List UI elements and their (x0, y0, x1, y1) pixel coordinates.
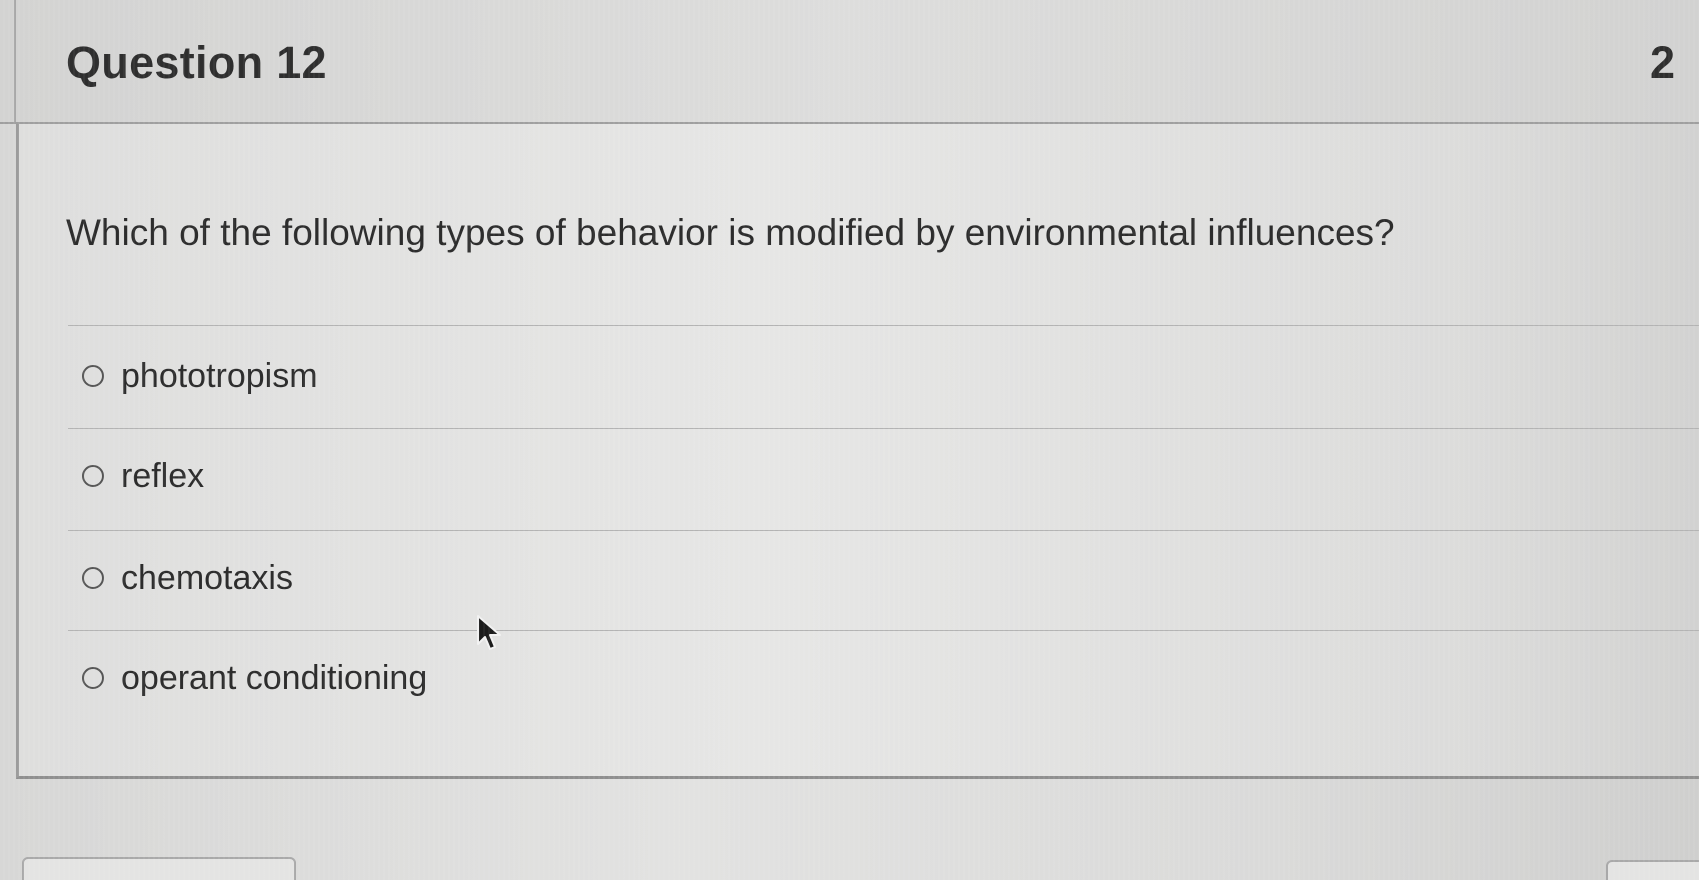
answer-label: chemotaxis (121, 559, 293, 597)
quiz-screen: Question 12 2 Which of the following typ… (0, 0, 1699, 880)
answer-option-operant-conditioning[interactable]: operant conditioning (82, 656, 427, 700)
question-points: 2 (1650, 37, 1676, 88)
question-header: Question 12 2 (0, 0, 1699, 124)
previous-button[interactable] (22, 857, 296, 880)
radio-unselected-icon[interactable] (82, 465, 104, 487)
answer-divider (68, 630, 1699, 631)
answer-option-chemotaxis[interactable]: chemotaxis (82, 556, 293, 600)
answer-divider (68, 428, 1699, 429)
answer-divider (68, 530, 1699, 531)
radio-unselected-icon[interactable] (82, 667, 104, 689)
answer-divider (68, 325, 1699, 326)
radio-unselected-icon[interactable] (82, 365, 104, 387)
answer-label: phototropism (121, 357, 318, 395)
answer-label: operant conditioning (121, 659, 428, 697)
next-button[interactable] (1606, 860, 1699, 880)
question-prompt: Which of the following types of behavior… (66, 212, 1395, 253)
answer-label: reflex (121, 457, 205, 495)
question-title: Question 12 (66, 37, 327, 88)
answer-option-phototropism[interactable]: phototropism (82, 354, 318, 398)
mouse-pointer-icon (477, 615, 501, 650)
header-border (14, 0, 16, 122)
radio-unselected-icon[interactable] (82, 567, 104, 589)
answer-option-reflex[interactable]: reflex (82, 454, 204, 498)
